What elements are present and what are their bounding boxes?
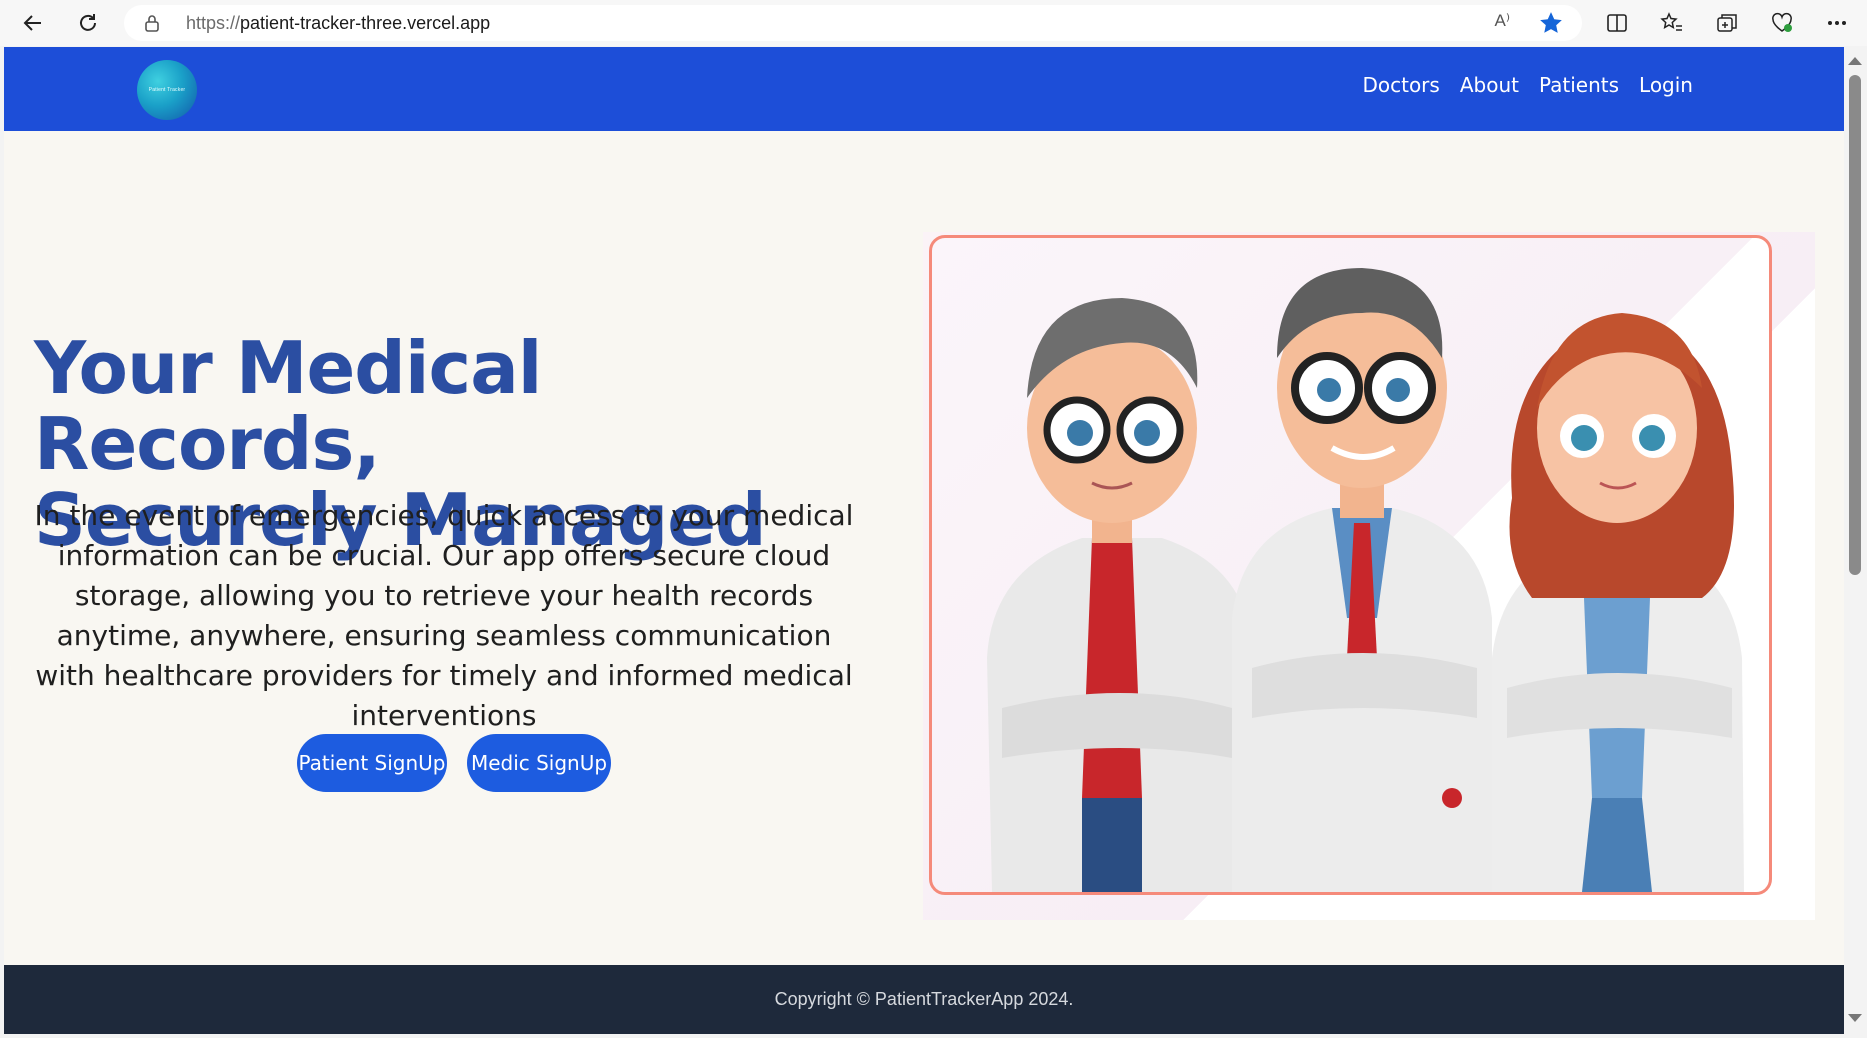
url-text: https://patient-tracker-three.vercel.app bbox=[186, 13, 490, 34]
split-screen-button[interactable] bbox=[1600, 6, 1634, 40]
nav-link-about[interactable]: About bbox=[1460, 73, 1519, 97]
split-screen-icon bbox=[1607, 14, 1627, 32]
nav-links: Doctors About Patients Login bbox=[1362, 73, 1693, 97]
scroll-up-arrow-icon[interactable] bbox=[1848, 57, 1862, 65]
patient-signup-button[interactable]: Patient SignUp bbox=[297, 734, 447, 792]
collections-icon bbox=[1717, 14, 1737, 32]
footer: Copyright © PatientTrackerApp 2024. bbox=[4, 965, 1844, 1034]
navbar: Patient Tracker Doctors About Patients L… bbox=[4, 47, 1844, 131]
back-button[interactable] bbox=[16, 6, 50, 40]
heart-pulse-icon bbox=[1772, 12, 1792, 32]
hero-title-line-1: Your Medical Records, bbox=[34, 326, 542, 486]
medic-signup-button[interactable]: Medic SignUp bbox=[467, 734, 611, 792]
favorite-star-icon[interactable] bbox=[1538, 10, 1564, 36]
favorites-list-icon bbox=[1660, 12, 1682, 31]
collections-button[interactable] bbox=[1710, 6, 1744, 40]
doctors-image bbox=[987, 268, 1744, 892]
more-options-button[interactable] bbox=[1820, 6, 1854, 40]
doctor-middle-figure bbox=[1232, 268, 1492, 892]
vertical-scrollbar[interactable] bbox=[1844, 47, 1867, 1034]
favorites-button[interactable] bbox=[1655, 6, 1689, 40]
refresh-icon bbox=[80, 14, 96, 31]
ellipsis-icon bbox=[1828, 21, 1846, 25]
hero-description: In the event of emergencies, quick acces… bbox=[34, 499, 854, 732]
scroll-down-arrow-icon[interactable] bbox=[1848, 1014, 1862, 1022]
address-bar[interactable]: https://patient-tracker-three.vercel.app… bbox=[124, 5, 1582, 41]
lock-icon bbox=[145, 15, 159, 32]
nav-link-patients[interactable]: Patients bbox=[1539, 73, 1619, 97]
doctors-illustration bbox=[929, 235, 1772, 895]
doctor-right-figure bbox=[1492, 313, 1744, 892]
browser-essentials-button[interactable] bbox=[1765, 6, 1799, 40]
logo-text: Patient Tracker bbox=[148, 87, 186, 93]
arrow-left-icon bbox=[23, 15, 41, 31]
page-viewport: Patient Tracker Doctors About Patients L… bbox=[4, 47, 1844, 1034]
logo[interactable]: Patient Tracker bbox=[137, 60, 197, 120]
browser-toolbar: https://patient-tracker-three.vercel.app… bbox=[0, 0, 1867, 46]
url-host: patient-tracker-three.vercel.app bbox=[240, 13, 491, 33]
nav-link-doctors[interactable]: Doctors bbox=[1362, 73, 1439, 97]
url-protocol: https:// bbox=[186, 13, 241, 33]
copyright-text: Copyright © PatientTrackerApp 2024. bbox=[774, 989, 1074, 1009]
nav-link-login[interactable]: Login bbox=[1639, 73, 1693, 97]
doctor-left-figure bbox=[987, 298, 1252, 892]
read-aloud-icon[interactable]: A⁾ bbox=[1494, 11, 1510, 31]
scrollbar-thumb[interactable] bbox=[1849, 75, 1861, 575]
refresh-button[interactable] bbox=[71, 6, 105, 40]
